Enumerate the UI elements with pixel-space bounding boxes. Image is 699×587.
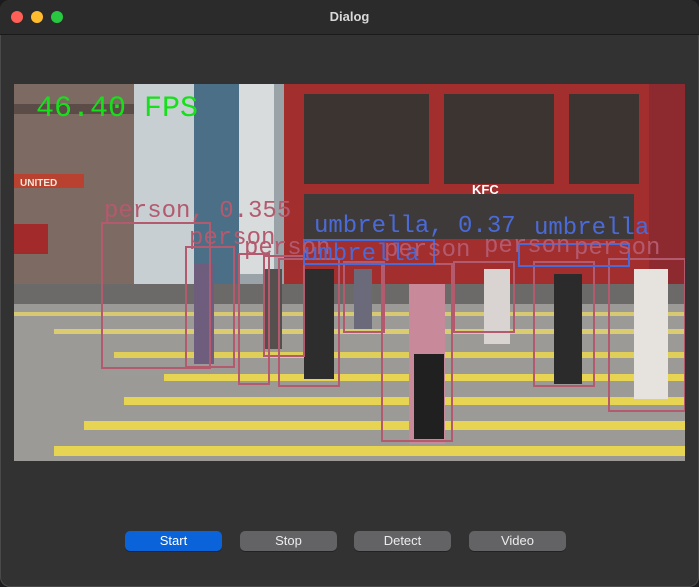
united-sign: UNITED bbox=[20, 178, 57, 189]
video-frame: UNITED KFC person, 0.355 person person u… bbox=[14, 84, 685, 461]
detect-button[interactable]: Detect bbox=[354, 531, 451, 551]
kfc-sign: KFC bbox=[472, 182, 499, 197]
window-title: Dialog bbox=[329, 9, 370, 24]
fps-counter: 46.40 FPS bbox=[36, 92, 198, 126]
video-frame-image: UNITED KFC person, 0.355 person person u… bbox=[14, 84, 685, 461]
detection-label: person bbox=[574, 235, 660, 262]
stop-button[interactable]: Stop bbox=[240, 531, 337, 551]
dialog-window: Dialog UNITED KFC person, 0.355 person p… bbox=[0, 0, 699, 587]
detection-label: person, 0.355 bbox=[104, 198, 291, 225]
title-bar: Dialog bbox=[0, 0, 699, 35]
video-button[interactable]: Video bbox=[469, 531, 566, 551]
start-button[interactable]: Start bbox=[125, 531, 222, 551]
detection-label: person bbox=[384, 237, 470, 264]
